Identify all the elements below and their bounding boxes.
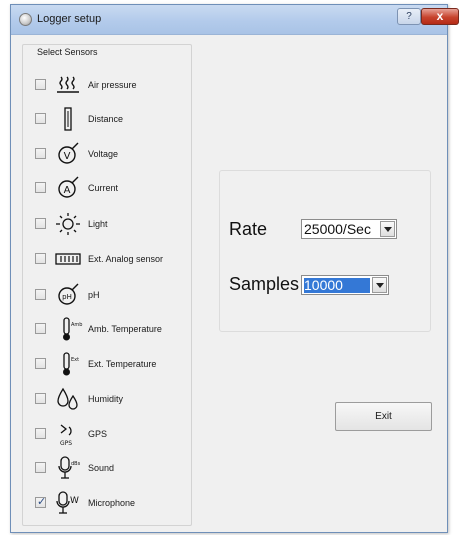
sensor-item-analog-sensor: Ext. Analog sensor (35, 246, 185, 272)
sensor-item-humidity: Humidity (35, 386, 185, 412)
ambient-temperature-icon: Amb (52, 316, 88, 342)
help-button[interactable]: ? (397, 8, 421, 25)
distance-checkbox[interactable] (35, 113, 46, 124)
ph-icon: pH (52, 282, 88, 308)
sensor-item-distance: Distance (35, 106, 185, 132)
chevron-down-icon[interactable] (372, 277, 387, 293)
exit-button[interactable]: Exit (335, 402, 432, 431)
gps-icon-text: GPS (60, 440, 72, 447)
external-temperature-icon: Ext (52, 351, 88, 377)
light-checkbox[interactable] (35, 218, 46, 229)
gps-checkbox[interactable] (35, 428, 46, 439)
air-pressure-icon (52, 72, 88, 98)
external-temperature-label: Ext. Temperature (88, 359, 157, 369)
title-bar[interactable]: Logger setup (11, 5, 447, 35)
humidity-icon (52, 386, 88, 412)
settings-panel (219, 170, 431, 332)
external-temp-icon-text: Ext (71, 357, 79, 363)
app-icon (19, 13, 32, 26)
current-icon: A (52, 175, 88, 201)
ambient-temp-icon-text: Amb (71, 322, 82, 328)
distance-icon (52, 106, 88, 132)
sensor-item-current: A Current (35, 175, 185, 201)
ph-label: pH (88, 290, 100, 300)
voltage-icon-text: V (64, 151, 71, 162)
window-title: Logger setup (37, 13, 102, 25)
current-icon-text: A (64, 185, 71, 196)
sensor-item-ambient-temperature: Amb Amb. Temperature (35, 316, 185, 342)
air-pressure-checkbox[interactable] (35, 79, 46, 90)
gps-icon: GPS (52, 421, 88, 447)
air-pressure-label: Air pressure (88, 80, 137, 90)
ambient-temperature-label: Amb. Temperature (88, 324, 162, 334)
sensor-item-sound: dBs Sound (35, 455, 185, 481)
ph-checkbox[interactable] (35, 289, 46, 300)
ambient-temperature-checkbox[interactable] (35, 323, 46, 334)
sensor-item-gps: GPS GPS (35, 421, 185, 447)
check-mark-icon: ✓ (37, 496, 47, 508)
samples-value: 10000 (304, 278, 370, 293)
sensor-item-air-pressure: Air pressure (35, 72, 185, 98)
light-label: Light (88, 219, 108, 229)
sound-checkbox[interactable] (35, 462, 46, 473)
sound-icon-text: dBs (71, 461, 81, 467)
rate-label: Rate (229, 219, 268, 239)
microphone-checkbox[interactable]: ✓ (35, 496, 47, 508)
samples-dropdown[interactable]: 10000 (301, 275, 389, 295)
current-checkbox[interactable] (35, 182, 46, 193)
gps-label: GPS (88, 429, 108, 439)
rate-dropdown[interactable]: 25000/Sec (301, 219, 397, 239)
microphone-label: Microphone (88, 498, 136, 508)
microphone-icon: W (52, 490, 88, 516)
current-label: Current (88, 183, 119, 193)
samples-label: Samples (229, 274, 300, 294)
ph-icon-text: pH (62, 293, 72, 301)
sensor-item-voltage: V Voltage (35, 141, 185, 167)
analog-sensor-icon (52, 246, 88, 272)
sensor-group-label: Select Sensors (35, 47, 100, 57)
analog-sensor-checkbox[interactable] (35, 253, 46, 264)
microphone-icon-text: W (70, 496, 79, 506)
humidity-label: Humidity (88, 394, 124, 404)
humidity-checkbox[interactable] (35, 393, 46, 404)
voltage-icon: V (52, 141, 88, 167)
sensor-item-ph: pH pH (35, 282, 185, 308)
sensor-item-microphone: ✓ W Microphone (35, 490, 185, 516)
voltage-checkbox[interactable] (35, 148, 46, 159)
sensor-item-external-temperature: Ext Ext. Temperature (35, 351, 185, 377)
sensor-item-light: Light (35, 211, 185, 237)
distance-label: Distance (88, 114, 124, 124)
analog-sensor-label: Ext. Analog sensor (88, 254, 164, 264)
rate-value: 25000/Sec (304, 222, 371, 237)
chevron-down-icon[interactable] (380, 221, 395, 237)
voltage-label: Voltage (88, 149, 119, 159)
sound-label: Sound (88, 463, 115, 473)
close-button[interactable]: x (421, 8, 459, 25)
light-icon (52, 211, 88, 237)
external-temperature-checkbox[interactable] (35, 358, 46, 369)
sound-icon: dBs (52, 455, 88, 481)
